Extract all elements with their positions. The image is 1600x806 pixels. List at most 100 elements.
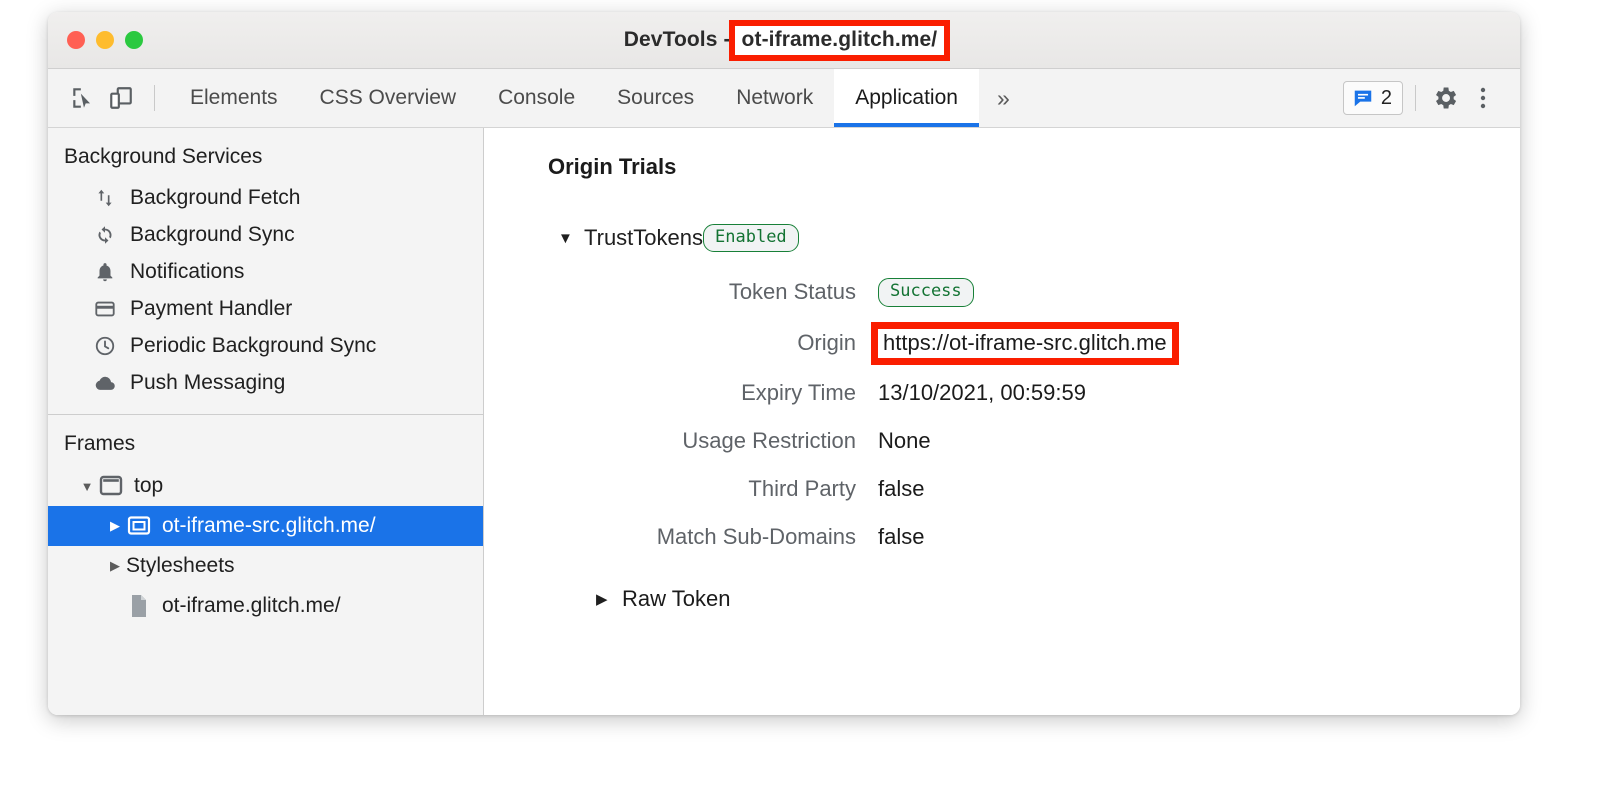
origin-trials-panel: Origin Trials ▼ TrustTokens Enabled Toke… [484,128,1520,715]
more-tabs-button[interactable]: » [979,69,1028,127]
refresh-glyph [94,224,116,246]
gear-icon[interactable] [1428,81,1462,115]
more-vertical-glyph [1473,85,1493,111]
field-row-token-status: Token Status Success [548,278,1520,306]
tab-label: Network [736,86,813,110]
document-glyph [128,594,150,618]
toolbar-divider-right [1415,85,1416,111]
field-row-third-party: Third Party false [548,476,1520,502]
frame-label: Stylesheets [126,554,235,578]
field-label: Match Sub-Domains [548,524,878,550]
cloud-glyph [94,372,116,394]
field-value: None [878,428,931,454]
inspect-cursor-glyph [70,85,96,111]
tab-sources[interactable]: Sources [596,69,715,127]
inspect-cursor-icon[interactable] [66,81,100,115]
tab-elements[interactable]: Elements [169,69,299,127]
document-icon [126,593,152,619]
tab-css-overview[interactable]: CSS Overview [299,69,478,127]
tab-label: Elements [190,86,278,110]
tab-label: Console [498,86,575,110]
more-vertical-icon[interactable] [1466,81,1500,115]
credit-card-icon [92,296,118,322]
frame-row-ot-iframe-src[interactable]: ▶ ot-iframe-src.glitch.me/ [48,506,483,546]
issues-count: 2 [1381,87,1392,110]
window-title: DevTools - ot-iframe.glitch.me/ [624,26,945,55]
tab-console[interactable]: Console [477,69,596,127]
iframe-icon [126,513,152,539]
panel-tabs: Elements CSS Overview Console Sources Ne… [169,69,1028,127]
field-row-usage-restriction: Usage Restriction None [548,428,1520,454]
chevron-down-icon[interactable]: ▼ [76,479,98,494]
field-label: Usage Restriction [548,428,878,454]
sidebar-item-label: Periodic Background Sync [130,335,376,356]
token-status-badge: Success [878,278,974,306]
chevron-right-icon[interactable]: ▶ [104,558,126,574]
tab-label: Sources [617,86,694,110]
sync-arrows-glyph [94,187,116,209]
frames-title: Frames [48,415,483,466]
trial-header[interactable]: ▼ TrustTokens Enabled [558,224,1520,252]
credit-card-glyph [94,298,116,320]
frame-icon [98,473,124,499]
refresh-icon [92,222,118,248]
maximize-button[interactable] [125,31,143,49]
raw-token-row[interactable]: ▶ Raw Token [596,586,1520,612]
sidebar-item-push-messaging[interactable]: Push Messaging [48,364,483,401]
gear-glyph [1431,84,1459,112]
field-value: false [878,476,924,502]
sidebar-item-label: Background Fetch [130,187,300,208]
window-title-prefix: DevTools - [624,28,731,52]
field-row-origin: Origin https://ot-iframe-src.glitch.me [548,329,1520,358]
chevron-down-icon[interactable]: ▼ [558,230,584,247]
sidebar-item-background-sync[interactable]: Background Sync [48,216,483,253]
sidebar-item-periodic-background-sync[interactable]: Periodic Background Sync [48,327,483,364]
field-label: Expiry Time [548,380,878,406]
issues-message-icon [1352,87,1374,109]
sidebar-item-label: Background Sync [130,224,295,245]
background-services-title: Background Services [48,128,483,179]
frame-row-stylesheets[interactable]: ▶ Stylesheets [48,546,483,586]
field-value-origin-highlight: https://ot-iframe-src.glitch.me [878,329,1172,358]
field-row-expiry-time: Expiry Time 13/10/2021, 00:59:59 [548,380,1520,406]
devtools-window: DevTools - ot-iframe.glitch.me/ [48,12,1520,715]
screenshot-root: DevTools - ot-iframe.glitch.me/ [0,0,1600,806]
issues-button[interactable]: 2 [1343,81,1403,115]
field-value: 13/10/2021, 00:59:59 [878,380,1086,406]
frame-row-top[interactable]: ▼ top [48,466,483,506]
sidebar-item-notifications[interactable]: Notifications [48,253,483,290]
field-row-match-sub-domains: Match Sub-Domains false [548,524,1520,550]
field-value: false [878,524,924,550]
frame-label: top [134,474,163,498]
chevron-right-icon[interactable]: ▶ [596,590,622,608]
background-services-section: Background Services Background Fetch [48,128,483,401]
frames-section: Frames ▼ top ▶ [48,415,483,626]
tab-application[interactable]: Application [834,69,979,127]
devtools-toolbar: Elements CSS Overview Console Sources Ne… [48,69,1520,128]
tab-label: CSS Overview [320,86,457,110]
field-label: Third Party [548,476,878,502]
close-button[interactable] [67,31,85,49]
tab-network[interactable]: Network [715,69,834,127]
trial-name: TrustTokens [584,225,703,251]
cloud-icon [92,370,118,396]
trial-status-badge: Enabled [703,224,799,252]
bell-icon [92,259,118,285]
minimize-button[interactable] [96,31,114,49]
tab-label: Application [855,86,958,110]
chevron-right-icon[interactable]: ▶ [104,518,126,534]
application-sidebar: Background Services Background Fetch [48,128,484,715]
sidebar-item-label: Payment Handler [130,298,292,319]
frame-row-ot-iframe-document[interactable]: ot-iframe.glitch.me/ [48,586,483,626]
window-titlebar: DevTools - ot-iframe.glitch.me/ [48,12,1520,69]
field-label: Origin [548,330,878,356]
device-toolbar-icon[interactable] [104,81,138,115]
frame-glyph [99,475,123,497]
sidebar-item-label: Push Messaging [130,372,285,393]
sidebar-item-background-fetch[interactable]: Background Fetch [48,179,483,216]
devtools-body: Background Services Background Fetch [48,128,1520,715]
sidebar-item-payment-handler[interactable]: Payment Handler [48,290,483,327]
iframe-glyph [127,515,151,537]
clock-icon [92,333,118,359]
bell-glyph [94,261,116,283]
